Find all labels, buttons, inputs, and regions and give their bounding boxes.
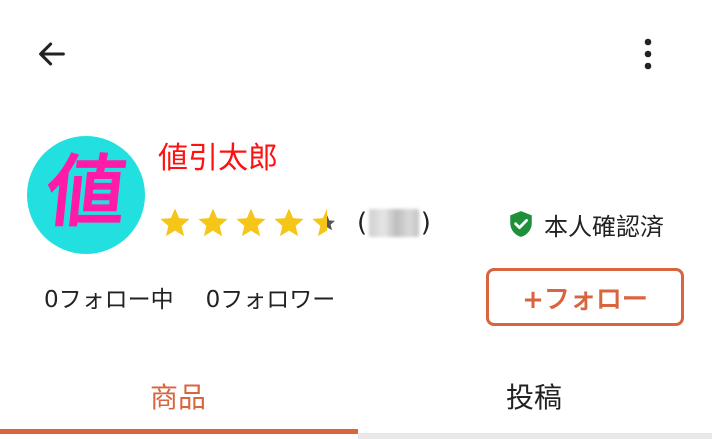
star-icon [160,208,190,237]
star-icon [312,208,336,237]
arrow-left-icon [39,42,65,66]
verified-label: 本人確認済 [544,212,664,241]
tab-posts[interactable]: 投稿 [356,352,712,439]
avatar-initial: 値 [42,147,131,238]
active-tab-indicator [0,429,358,434]
verified-badge: 本人確認済 [508,207,664,241]
tab-divider [358,433,712,439]
review-count-hidden: ■■ [369,209,419,237]
rating-stars[interactable] [158,206,344,240]
more-vertical-icon [644,38,652,70]
shield-check-icon [510,211,532,237]
tab-items[interactable]: 商品 [0,352,356,439]
star-icon [236,208,266,237]
review-count[interactable]: ( ■■ ) [357,206,431,240]
review-close-paren: ) [420,208,431,238]
review-open-paren: ( [357,208,368,238]
avatar[interactable]: 値 [27,136,145,254]
following-count[interactable]: 0フォロー中 [44,280,174,314]
profile-name: 値引太郎 [158,141,278,176]
star-icon [198,208,228,237]
more-options-button[interactable] [624,28,672,80]
follow-stats: 0フォロー中 0フォロワー [44,280,335,314]
back-button[interactable] [28,32,76,76]
star-icon [274,208,304,237]
followers-count[interactable]: 0フォロワー [206,280,336,314]
tab-bar: 商品 投稿 [0,352,712,439]
follow-button[interactable]: +フォロー [486,268,684,326]
